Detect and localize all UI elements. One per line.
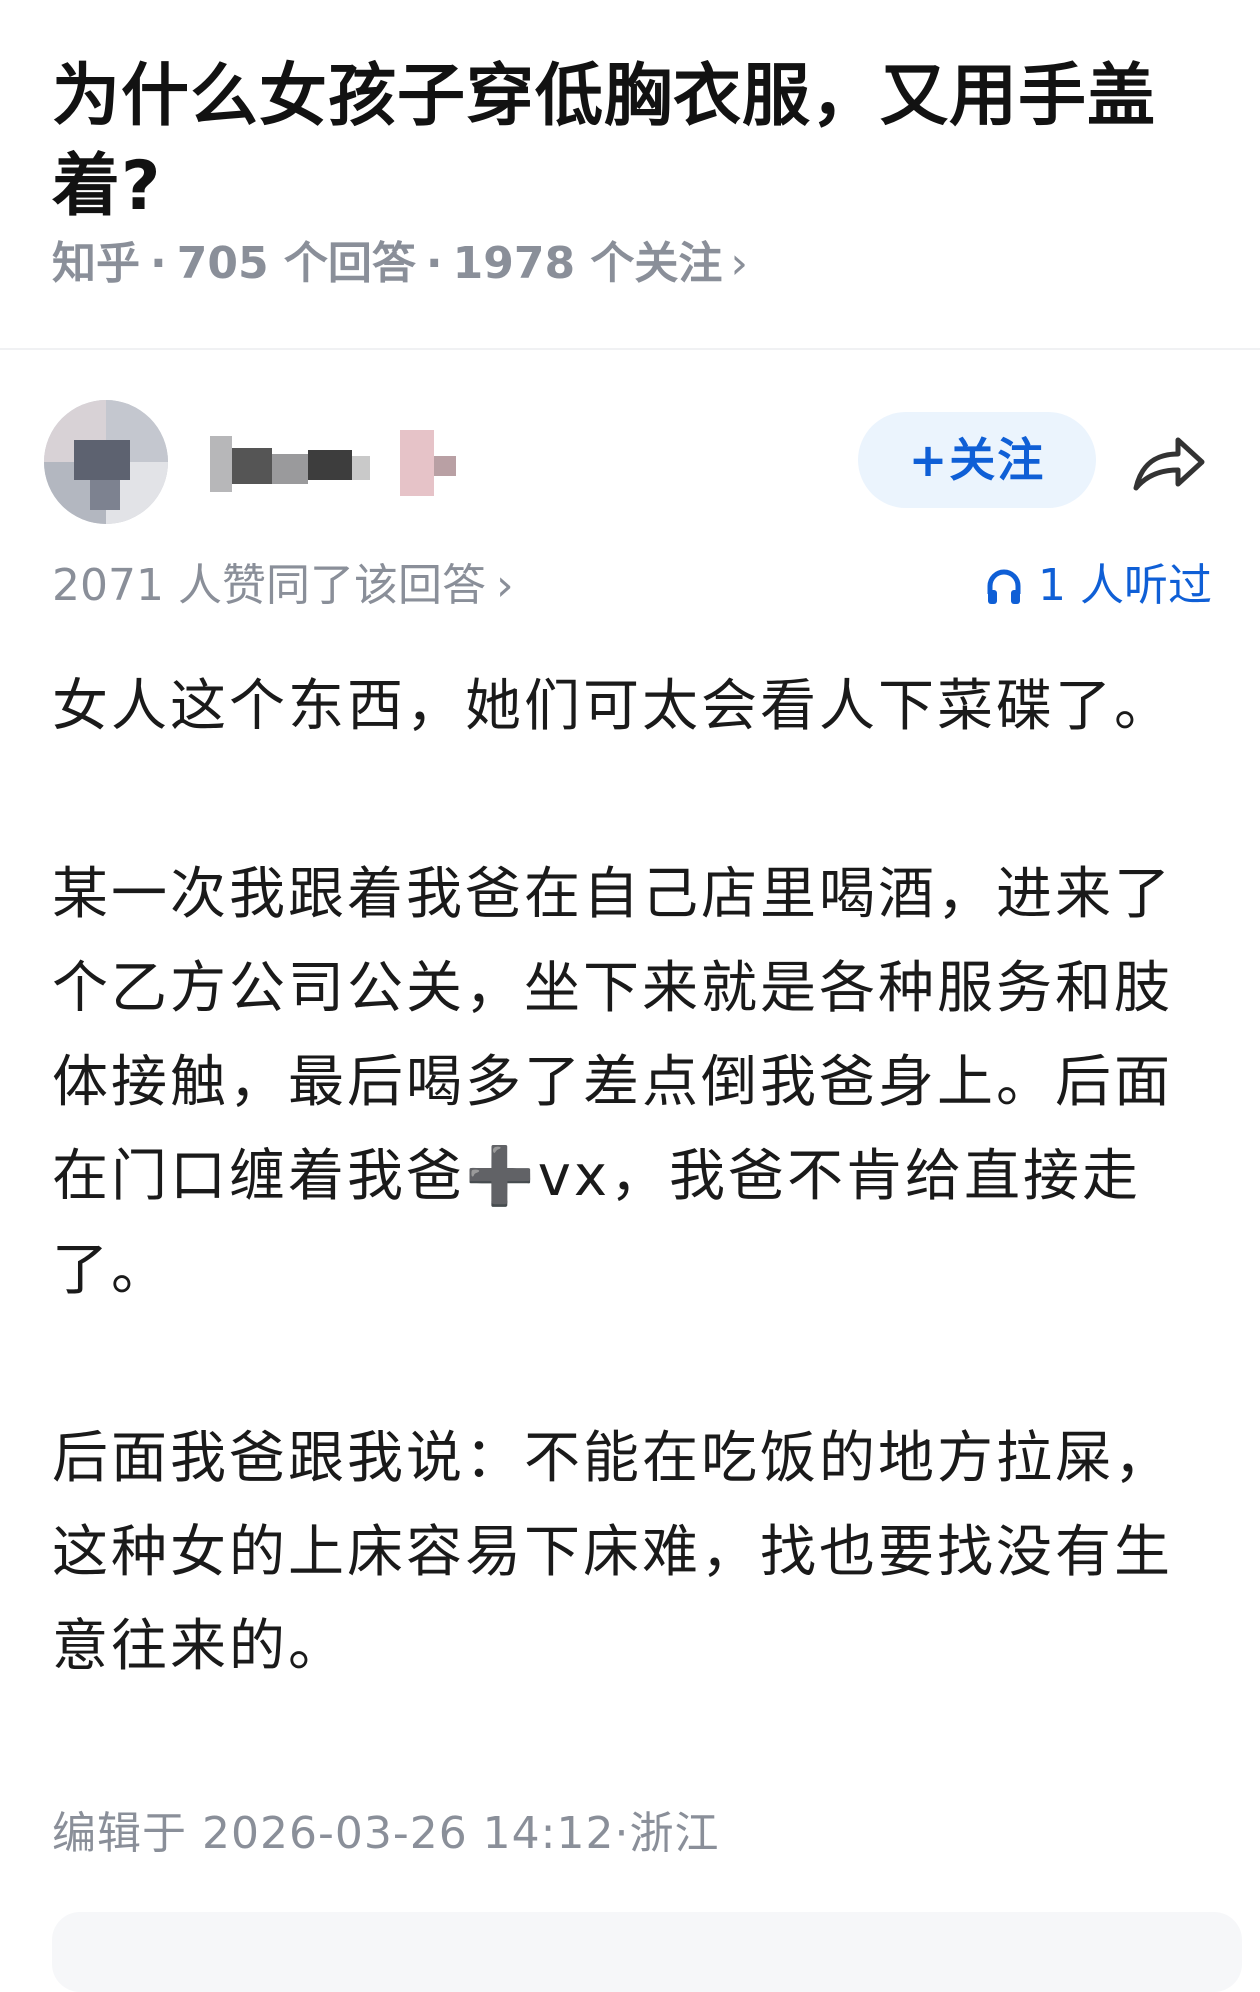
- edit-info: 编辑于 2026-03-26 14:12·浙江: [52, 1808, 720, 1859]
- follow-button[interactable]: +关注: [858, 412, 1096, 508]
- bottom-card: [52, 1912, 1242, 1992]
- answer-paragraph: 女人这个东西，她们可太会看人下菜碟了。: [52, 674, 1173, 739]
- vote-row: 2071 人赞同了该回答 › 1 人听过: [52, 556, 1212, 616]
- answer-paragraph: 后面我爸跟我说：不能在吃饭的地方拉屎，这种女的上床容易下床难，找也要找没有生意往…: [52, 1426, 1173, 1679]
- followers-count: 1978 个关注: [452, 238, 723, 289]
- section-divider: [0, 348, 1260, 350]
- question-header: 为什么女孩子穿低胸衣服，又用手盖着? 知乎 · 705 个回答 · 1978 个关注 ›: [0, 0, 1260, 350]
- source-label: 知乎: [52, 238, 140, 289]
- votes-count: 2071 人赞同了该回答: [52, 560, 486, 611]
- listen-indicator[interactable]: 1 人听过: [986, 556, 1212, 616]
- votes-summary[interactable]: 2071 人赞同了该回答 ›: [52, 556, 514, 616]
- chevron-right-icon: ›: [495, 560, 514, 611]
- question-title[interactable]: 为什么女孩子穿低胸衣服，又用手盖着?: [52, 52, 1202, 232]
- separator-dot: ·: [425, 238, 443, 289]
- headphones-icon: [987, 569, 1021, 604]
- answer-paragraph: 某一次我跟着我爸在自己店里喝酒，进来了个乙方公司公关，坐下来就是各种服务和肢体接…: [52, 862, 1173, 1303]
- answers-count: 705 个回答: [176, 238, 416, 289]
- question-meta[interactable]: 知乎 · 705 个回答 · 1978 个关注 ›: [52, 236, 748, 292]
- chevron-right-icon: ›: [730, 238, 748, 289]
- share-arrow-icon[interactable]: [1128, 428, 1208, 498]
- answer-content[interactable]: 女人这个东西，她们可太会看人下菜碟了。 某一次我跟着我爸在自己店里喝酒，进来了个…: [52, 660, 1212, 1694]
- author-row: +关注: [0, 390, 1260, 524]
- author-name-blurred[interactable]: [210, 428, 470, 500]
- avatar[interactable]: [44, 400, 168, 524]
- listen-count: 1 人听过: [1038, 560, 1212, 611]
- separator-dot: ·: [150, 238, 167, 289]
